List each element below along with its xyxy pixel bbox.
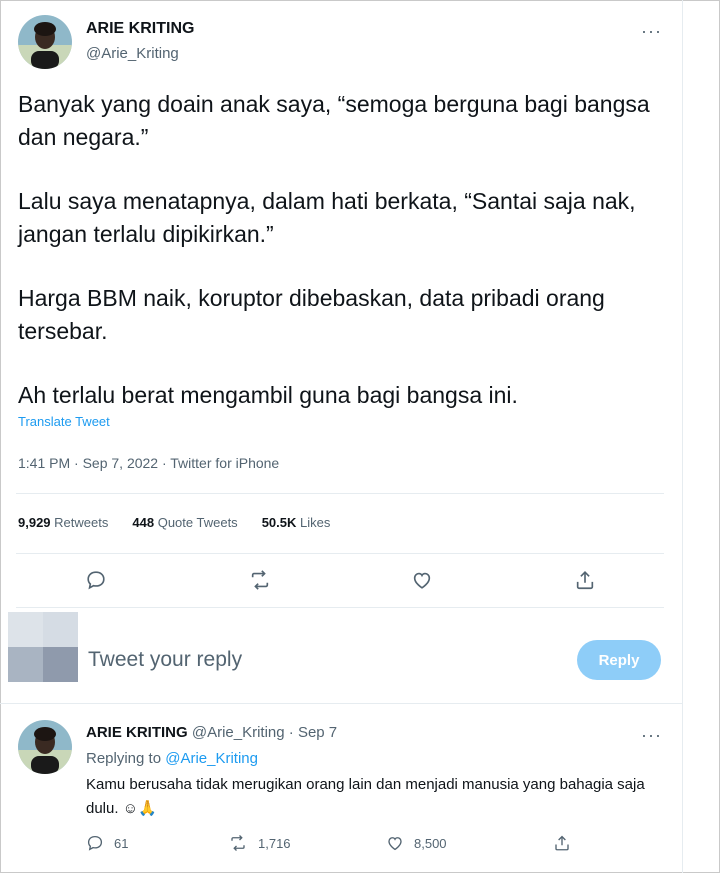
replying-to-mention[interactable]: @Arie_Kriting bbox=[165, 750, 258, 767]
quotes-label: Quote Tweets bbox=[157, 515, 238, 530]
author-avatar[interactable] bbox=[18, 15, 72, 69]
tweet-paragraph-1: Banyak yang doain anak saya, “semoga ber… bbox=[18, 91, 650, 150]
quote-tweets-stat[interactable]: 448 Quote Tweets bbox=[132, 515, 237, 530]
like-icon[interactable] bbox=[410, 568, 434, 592]
reply-date[interactable]: Sep 7 bbox=[298, 724, 337, 741]
column-divider bbox=[682, 0, 683, 873]
reply-author-avatar[interactable] bbox=[18, 720, 72, 774]
reply-author-handle[interactable]: @Arie_Kriting bbox=[192, 724, 285, 741]
reply-icon[interactable] bbox=[84, 568, 108, 592]
tweet-paragraph-3: Harga BBM naik, koruptor dibebaskan, dat… bbox=[18, 285, 605, 344]
reply-header: ARIE KRITING @Arie_Kriting · Sep 7 bbox=[86, 724, 337, 741]
tweet-paragraph-2: Lalu saya menatapnya, dalam hati berkata… bbox=[18, 188, 636, 247]
reply-retweet-count: 1,716 bbox=[258, 835, 291, 851]
retweets-stat[interactable]: 9,929 Retweets bbox=[18, 515, 108, 530]
reply-reply-count: 61 bbox=[114, 835, 129, 851]
reply-like-icon bbox=[388, 837, 402, 851]
share-icon[interactable] bbox=[573, 568, 597, 592]
likes-stat[interactable]: 50.5K Likes bbox=[262, 515, 331, 530]
reply-share-action[interactable] bbox=[553, 834, 581, 852]
author-name[interactable]: ARIE KRITING bbox=[86, 20, 194, 38]
reply-more-options-icon[interactable]: ··· bbox=[641, 726, 662, 744]
replying-to: Replying to @Arie_Kriting bbox=[86, 750, 258, 767]
retweets-label: Retweets bbox=[54, 515, 109, 530]
divider bbox=[0, 703, 682, 704]
retweet-icon[interactable] bbox=[248, 568, 272, 592]
divider bbox=[16, 553, 664, 554]
reply-reply-action[interactable]: 61 bbox=[86, 834, 128, 852]
current-user-avatar-pixelated bbox=[8, 612, 78, 682]
tweet-timestamp[interactable]: 1:41 PM · Sep 7, 2022 · Twitter for iPho… bbox=[18, 455, 279, 471]
translate-tweet-link[interactable]: Translate Tweet bbox=[18, 414, 110, 429]
likes-count: 50.5K bbox=[261, 515, 297, 530]
reply-share-icon bbox=[555, 835, 569, 851]
reply-input[interactable]: Tweet your reply bbox=[88, 648, 242, 672]
reply-reply-icon bbox=[87, 835, 103, 851]
divider bbox=[16, 493, 664, 494]
likes-label: Likes bbox=[300, 515, 331, 530]
more-options-icon[interactable]: ··· bbox=[641, 22, 662, 40]
reply-like-action[interactable]: 8,500 bbox=[386, 834, 447, 852]
reply-like-count: 8,500 bbox=[414, 835, 447, 851]
reply-author-name[interactable]: ARIE KRITING bbox=[86, 724, 188, 741]
quotes-count: 448 bbox=[132, 515, 155, 530]
tweet-paragraph-4: Ah terlalu berat mengambil guna bagi ban… bbox=[18, 382, 518, 408]
reply-text: Kamu berusaha tidak merugikan orang lain… bbox=[86, 776, 645, 817]
reply-separator: · bbox=[288, 724, 294, 741]
author-handle[interactable]: @Arie_Kriting bbox=[86, 45, 179, 62]
retweets-count: 9,929 bbox=[18, 515, 51, 530]
reply-retweet-icon bbox=[231, 835, 245, 851]
replying-to-prefix: Replying to bbox=[86, 750, 162, 767]
tweet-stats: 9,929 Retweets 448 Quote Tweets 50.5K Li… bbox=[18, 515, 354, 530]
reply-button[interactable]: Reply bbox=[577, 640, 661, 680]
reply-retweet-action[interactable]: 1,716 bbox=[228, 834, 291, 852]
divider bbox=[16, 607, 664, 608]
